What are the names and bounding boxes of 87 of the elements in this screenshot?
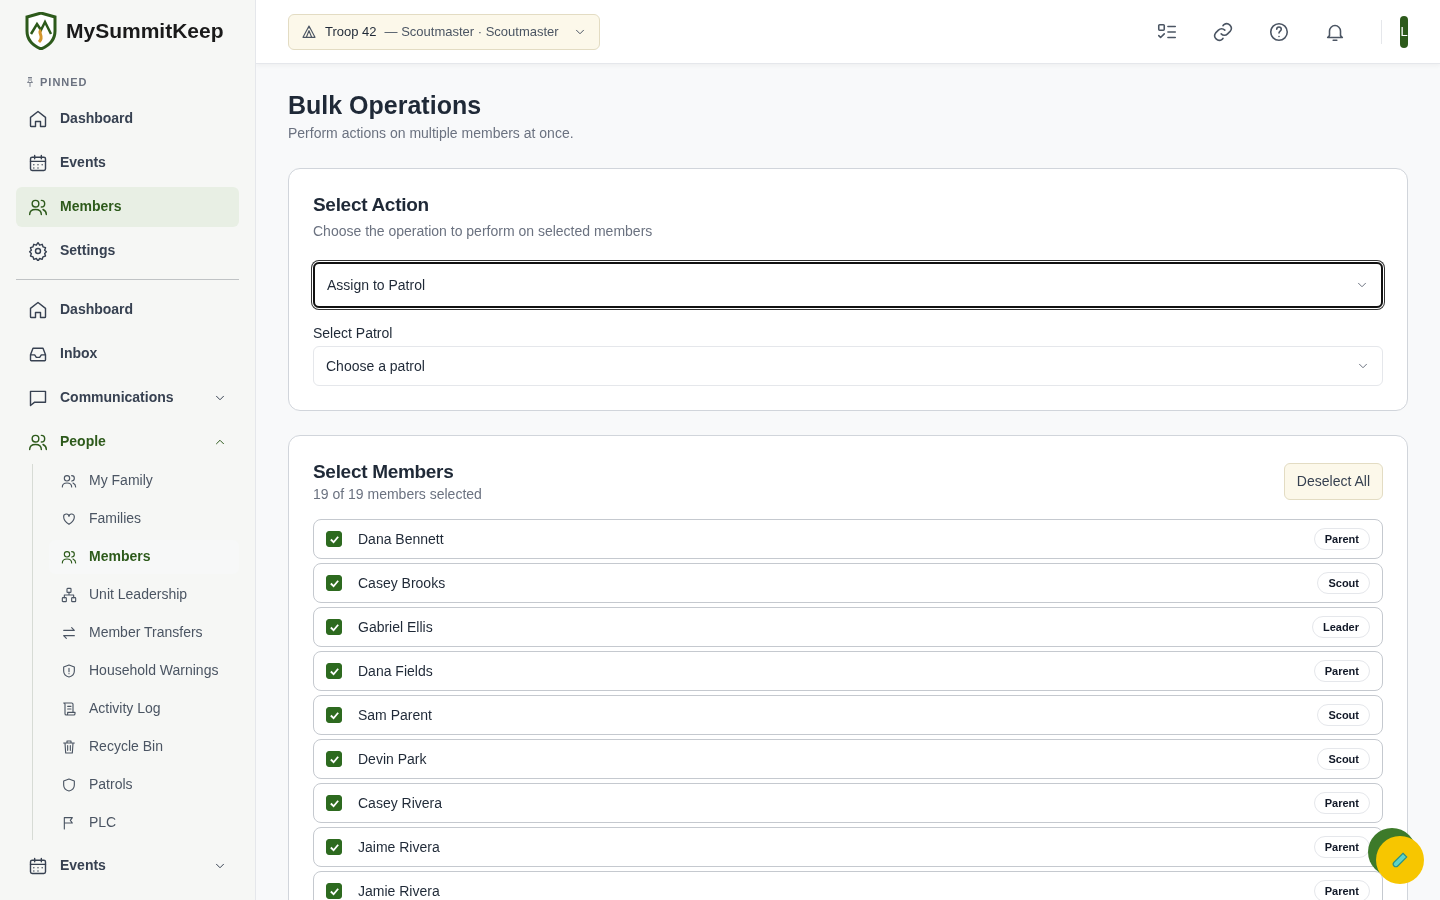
check-icon	[328, 533, 340, 545]
sidebar-subitem[interactable]: Unit Leadership	[49, 577, 239, 612]
sidebar-item[interactable]: Dashboard	[16, 287, 239, 332]
shieldx-icon	[61, 662, 77, 679]
member-name: Devin Park	[358, 750, 427, 769]
check-icon	[328, 665, 340, 677]
member-name: Dana Bennett	[358, 530, 444, 549]
tent-icon	[301, 23, 317, 40]
checkbox[interactable]	[326, 795, 342, 812]
deselect-all-button[interactable]: Deselect All	[1283, 463, 1383, 501]
sidebar-item[interactable]: Settings	[16, 230, 239, 271]
page-subtitle: Perform actions on multiple members at once.	[288, 124, 575, 143]
member-name: Casey Rivera	[358, 794, 443, 813]
checkbox[interactable]	[326, 619, 342, 636]
checkbox[interactable]	[326, 839, 342, 856]
home-icon	[28, 108, 48, 129]
action-select[interactable]: Assign to Patrol	[313, 262, 1383, 309]
card-subtitle: Choose the operation to perform on selected members	[313, 221, 654, 241]
help-icon[interactable]	[1268, 20, 1290, 43]
member-row[interactable]: Casey Rivera Parent	[313, 783, 1383, 824]
check-icon	[328, 709, 340, 721]
member-row[interactable]: Devin Park Scout	[313, 739, 1383, 780]
test-tube-icon	[1391, 851, 1409, 869]
check-icon	[328, 753, 340, 765]
sidebar-item[interactable]: Dashboard	[16, 98, 239, 139]
check-icon	[328, 621, 340, 633]
page-title: Bulk Operations	[288, 90, 483, 120]
checkbox[interactable]	[326, 531, 342, 548]
trash-icon	[61, 738, 77, 755]
checkbox[interactable]	[326, 575, 342, 592]
member-name: Dana Fields	[358, 662, 433, 681]
checkbox[interactable]	[326, 883, 342, 900]
sidebar-subitem[interactable]: Activity Log	[49, 691, 239, 726]
member-row[interactable]: Sam Parent Scout	[313, 695, 1383, 736]
patrol-select[interactable]: Choose a patrol	[313, 346, 1383, 387]
check-icon	[328, 797, 340, 809]
calendar-icon	[28, 855, 48, 876]
checkbox[interactable]	[326, 707, 342, 724]
pin-icon	[24, 76, 36, 89]
card-title: Select Members	[313, 460, 455, 485]
arrows-icon	[61, 624, 77, 641]
sidebar-item[interactable]: Communications	[16, 375, 239, 420]
checkbox[interactable]	[326, 663, 342, 680]
member-name: Jamie Rivera	[358, 882, 440, 900]
sidebar-item[interactable]: Inbox	[16, 331, 239, 376]
member-row[interactable]: Jamie Rivera Parent	[313, 871, 1383, 900]
home-icon	[28, 299, 48, 320]
check-icon	[328, 577, 340, 589]
member-row[interactable]: Dana Fields Parent	[313, 651, 1383, 692]
member-name: Jaime Rivera	[358, 838, 440, 857]
check-icon	[328, 885, 340, 897]
shield-icon	[61, 776, 77, 793]
sidebar-subitem[interactable]: Recycle Bin	[49, 729, 239, 764]
card-title: Select Action	[313, 193, 430, 218]
link-icon[interactable]	[1212, 20, 1234, 43]
logo-icon	[24, 12, 58, 50]
member-row[interactable]: Casey Brooks Scout	[313, 563, 1383, 604]
sidebar-subitem[interactable]: Member Transfers	[49, 615, 239, 650]
sidebar-item[interactable]: Events	[16, 843, 239, 888]
sidebar-subitem[interactable]: Patrols	[49, 767, 239, 802]
users-icon	[61, 548, 77, 565]
member-name: Casey Brooks	[358, 574, 446, 593]
unit-selector[interactable]: Troop 42 — Scoutmaster · Scoutmaster	[288, 13, 600, 50]
users-icon	[61, 472, 77, 489]
heart-icon	[61, 510, 77, 527]
user-avatar[interactable]: L	[1400, 15, 1408, 48]
member-row[interactable]: Dana Bennett Parent	[313, 519, 1383, 560]
member-name: Sam Parent	[358, 706, 432, 725]
sidebar-subitem[interactable]: PLC	[49, 805, 239, 840]
field-label: Select Patrol	[313, 324, 394, 343]
check-icon	[328, 841, 340, 853]
org-icon	[61, 586, 77, 603]
sidebar-item[interactable]: People	[16, 419, 239, 464]
sidebar-item[interactable]: Events	[16, 142, 239, 183]
gear-icon	[28, 240, 48, 261]
brand-name: MySummitKeep	[66, 18, 224, 45]
scroll-icon	[61, 700, 77, 717]
sidebar-subitem[interactable]: Household Warnings	[49, 653, 239, 688]
member-row[interactable]: Gabriel Ellis Leader	[313, 607, 1383, 648]
sidebar-subitem[interactable]: My Family	[49, 463, 239, 498]
selection-summary: 19 of 19 members selected	[313, 484, 482, 504]
sidebar-subitem[interactable]: Families	[49, 501, 239, 536]
calendar-icon	[28, 152, 48, 173]
checkbox[interactable]	[326, 751, 342, 768]
member-name: Gabriel Ellis	[358, 618, 433, 637]
sidebar-item[interactable]: Members	[16, 186, 239, 227]
section-label: PINNED	[40, 75, 88, 90]
